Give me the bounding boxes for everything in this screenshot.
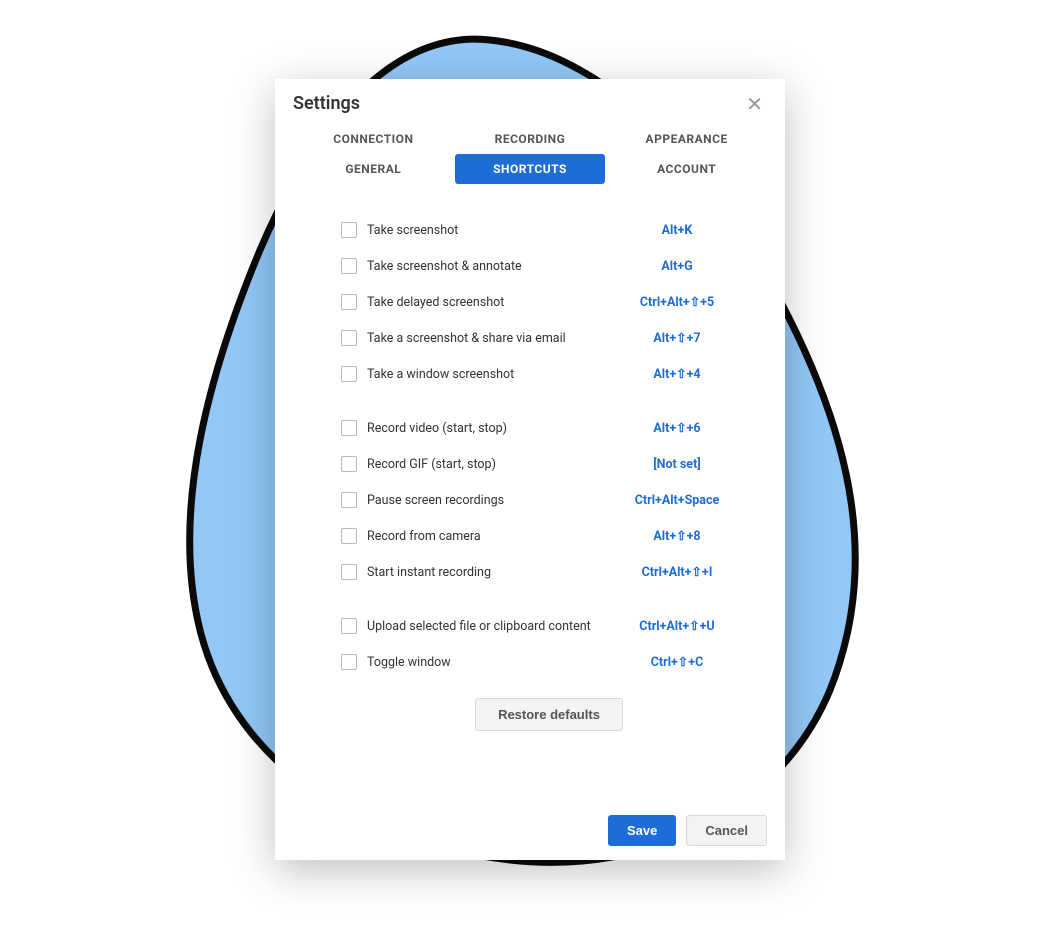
shortcut-key[interactable]: Ctrl+Alt+⇧+I — [597, 564, 757, 580]
tab-account[interactable]: ACCOUNT — [612, 154, 762, 184]
shortcut-row: Record GIF (start, stop) [Not set] — [341, 446, 757, 482]
shortcut-row: Record video (start, stop) Alt+⇧+6 — [341, 410, 757, 446]
shortcut-key[interactable]: Alt+G — [597, 259, 757, 274]
save-button[interactable]: Save — [608, 815, 676, 846]
checkbox[interactable] — [341, 492, 357, 508]
shortcut-key[interactable]: Alt+K — [597, 223, 757, 238]
shortcut-row: Upload selected file or clipboard conten… — [341, 608, 757, 644]
shortcut-label: Take screenshot — [367, 223, 597, 238]
shortcut-label: Record from camera — [367, 529, 597, 544]
shortcut-label: Take a screenshot & share via email — [367, 331, 597, 346]
shortcut-key[interactable]: Alt+⇧+8 — [597, 528, 757, 544]
shortcut-group-record: Record video (start, stop) Alt+⇧+6 Recor… — [341, 410, 757, 590]
checkbox[interactable] — [341, 618, 357, 634]
checkbox[interactable] — [341, 258, 357, 274]
checkbox[interactable] — [341, 654, 357, 670]
tab-shortcuts[interactable]: SHORTCUTS — [455, 154, 605, 184]
checkbox[interactable] — [341, 420, 357, 436]
shortcut-row: Take screenshot Alt+K — [341, 212, 757, 248]
shortcut-group-misc: Upload selected file or clipboard conten… — [341, 608, 757, 680]
shortcut-key[interactable]: Ctrl+Alt+⇧+U — [597, 618, 757, 634]
cancel-button[interactable]: Cancel — [686, 815, 767, 846]
shortcut-row: Record from camera Alt+⇧+8 — [341, 518, 757, 554]
shortcut-row: Take a window screenshot Alt+⇧+4 — [341, 356, 757, 392]
shortcut-group-screenshot: Take screenshot Alt+K Take screenshot & … — [341, 212, 757, 392]
tab-connection[interactable]: CONNECTION — [298, 124, 448, 154]
checkbox[interactable] — [341, 528, 357, 544]
shortcuts-content: Take screenshot Alt+K Take screenshot & … — [275, 194, 785, 801]
shortcut-row: Take delayed screenshot Ctrl+Alt+⇧+5 — [341, 284, 757, 320]
shortcut-key[interactable]: Alt+⇧+7 — [597, 330, 757, 346]
tabs-row-1: CONNECTION RECORDING APPEARANCE — [275, 124, 785, 154]
shortcut-label: Toggle window — [367, 655, 597, 670]
shortcut-key[interactable]: Alt+⇧+4 — [597, 366, 757, 382]
shortcut-key[interactable]: Ctrl+⇧+C — [597, 654, 757, 670]
dialog-title: Settings — [293, 93, 360, 114]
dialog-footer: Save Cancel — [275, 801, 785, 860]
shortcut-label: Take delayed screenshot — [367, 295, 597, 310]
shortcut-row: Pause screen recordings Ctrl+Alt+Space — [341, 482, 757, 518]
checkbox[interactable] — [341, 330, 357, 346]
close-icon[interactable]: ✕ — [742, 94, 767, 114]
shortcut-key[interactable]: [Not set] — [597, 457, 757, 472]
shortcut-label: Take screenshot & annotate — [367, 259, 597, 274]
shortcut-key[interactable]: Alt+⇧+6 — [597, 420, 757, 436]
shortcut-label: Start instant recording — [367, 565, 597, 580]
tab-appearance[interactable]: APPEARANCE — [612, 124, 762, 154]
shortcut-label: Upload selected file or clipboard conten… — [367, 619, 597, 634]
tabs-row-2: GENERAL SHORTCUTS ACCOUNT — [275, 154, 785, 184]
shortcut-label: Take a window screenshot — [367, 367, 597, 382]
shortcut-label: Record GIF (start, stop) — [367, 457, 597, 472]
checkbox[interactable] — [341, 564, 357, 580]
checkbox[interactable] — [341, 222, 357, 238]
shortcut-row: Toggle window Ctrl+⇧+C — [341, 644, 757, 680]
shortcut-row: Take screenshot & annotate Alt+G — [341, 248, 757, 284]
checkbox[interactable] — [341, 294, 357, 310]
restore-defaults-button[interactable]: Restore defaults — [475, 698, 623, 731]
restore-wrap: Restore defaults — [341, 698, 757, 731]
checkbox[interactable] — [341, 366, 357, 382]
dialog-header: Settings ✕ — [275, 79, 785, 124]
shortcut-key[interactable]: Ctrl+Alt+Space — [597, 493, 757, 508]
tab-recording[interactable]: RECORDING — [455, 124, 605, 154]
shortcut-row: Take a screenshot & share via email Alt+… — [341, 320, 757, 356]
shortcut-label: Record video (start, stop) — [367, 421, 597, 436]
shortcut-label: Pause screen recordings — [367, 493, 597, 508]
checkbox[interactable] — [341, 456, 357, 472]
shortcut-row: Start instant recording Ctrl+Alt+⇧+I — [341, 554, 757, 590]
settings-dialog: Settings ✕ CONNECTION RECORDING APPEARAN… — [275, 79, 785, 860]
shortcut-key[interactable]: Ctrl+Alt+⇧+5 — [597, 294, 757, 310]
tab-general[interactable]: GENERAL — [298, 154, 448, 184]
